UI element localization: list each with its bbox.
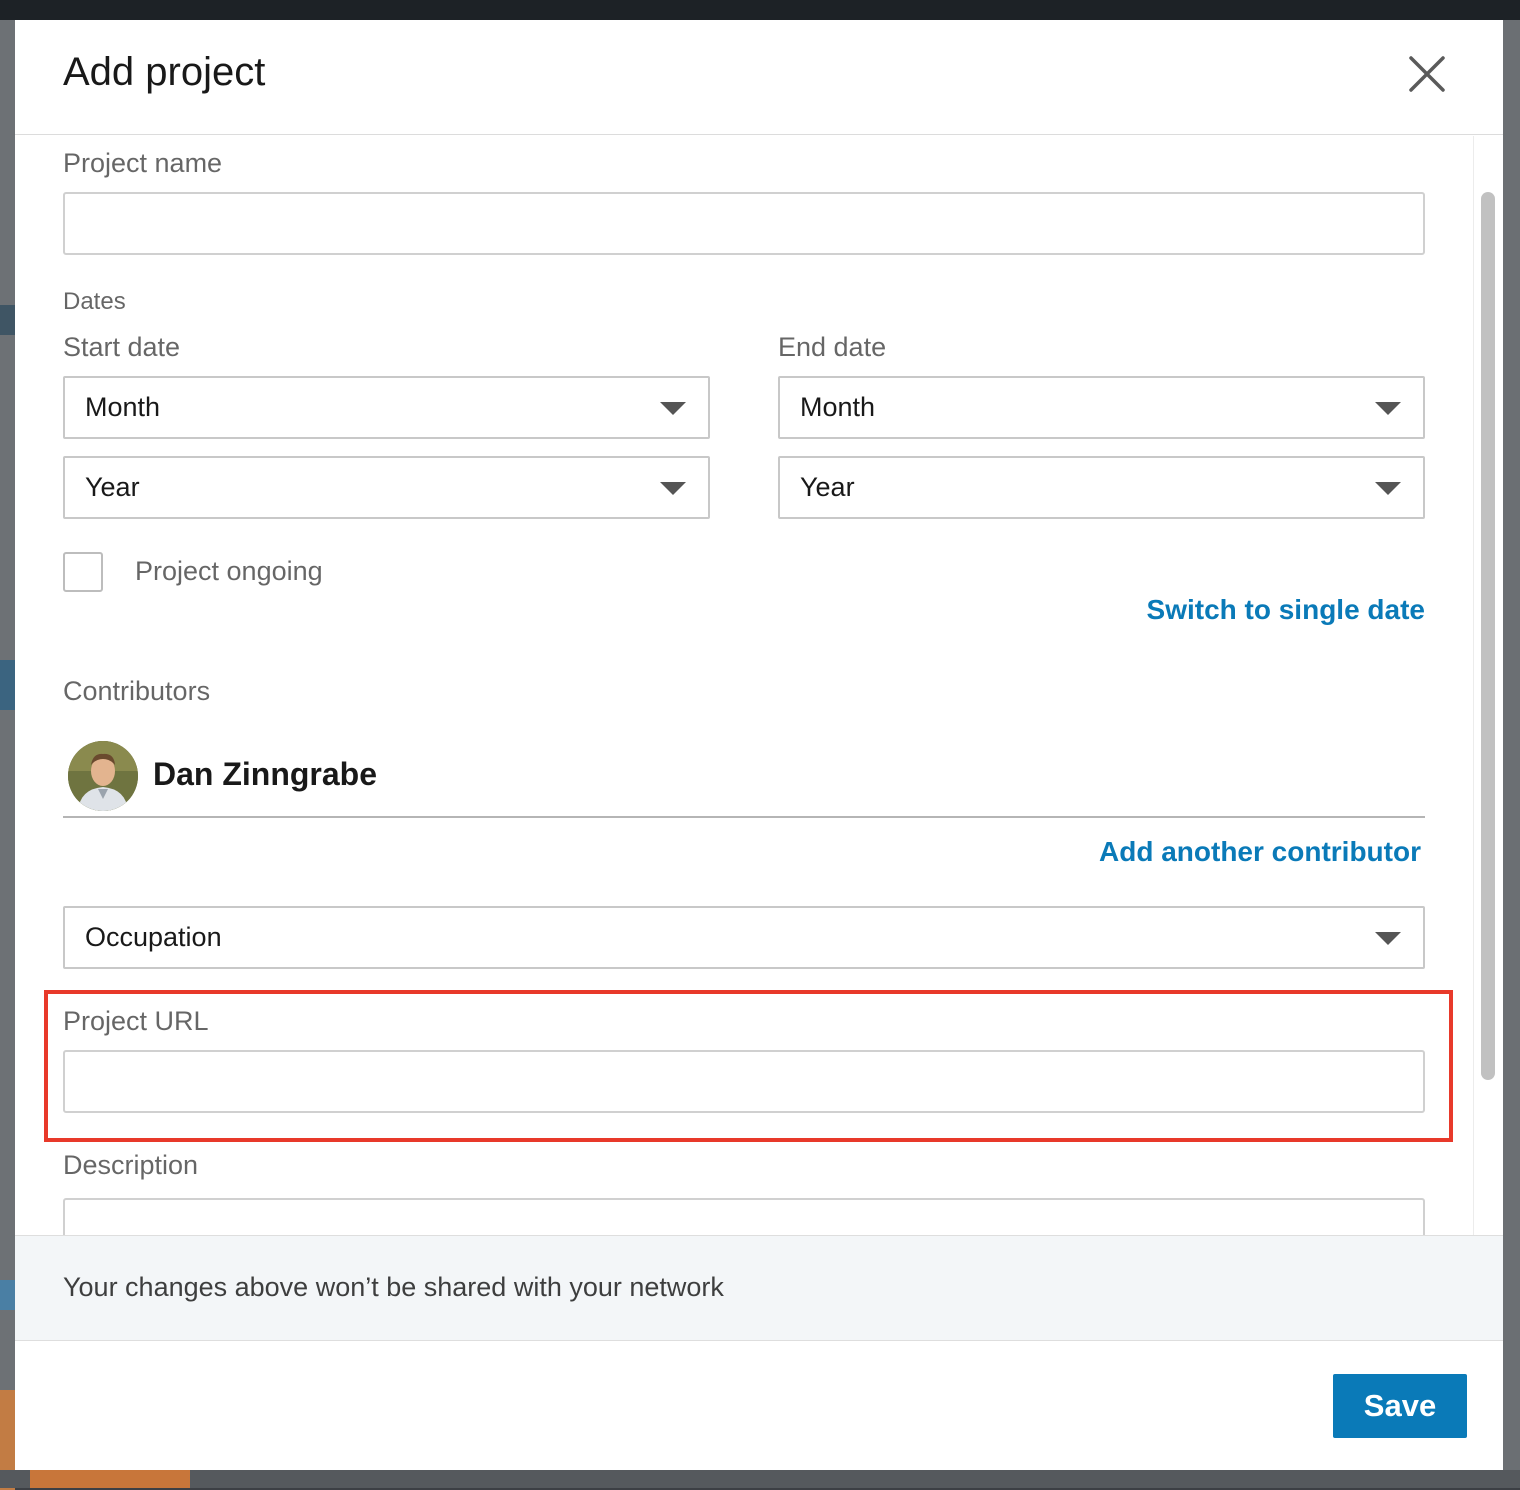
end-date-label: End date [778,332,887,362]
occupation-select[interactable]: Occupation [63,906,1425,969]
background-topbar [0,0,1520,20]
start-month-select[interactable]: Month [63,376,710,439]
switch-to-single-date-link[interactable]: Switch to single date [1147,594,1425,626]
project-ongoing-label[interactable]: Project ongoing [135,556,323,587]
modal-title: Add project [63,50,266,94]
background-right-strip [1503,20,1520,1488]
end-year-value: Year [800,472,855,502]
close-icon [1409,56,1445,92]
start-year-value: Year [85,472,140,502]
project-url-label: Project URL [63,1006,209,1036]
end-year-select[interactable]: Year [778,456,1425,519]
chevron-down-icon [1375,482,1401,495]
contributors-label: Contributors [63,676,211,706]
project-url-input[interactable] [63,1050,1425,1113]
start-month-value: Month [85,392,161,422]
share-notice: Your changes above won’t be shared with … [15,1235,1503,1341]
contributor-name: Dan Zinngrabe [153,756,378,792]
chevron-down-icon [660,402,686,415]
project-name-label: Project name [63,148,223,178]
background-bottom-strip [0,1470,1520,1488]
contributors-divider [63,816,1425,818]
start-date-label: Start date [63,332,181,362]
project-name-input[interactable] [63,192,1425,255]
dates-label: Dates [63,288,126,315]
save-button[interactable]: Save [1333,1374,1467,1438]
end-month-select[interactable]: Month [778,376,1425,439]
description-label: Description [63,1150,199,1180]
chevron-down-icon [1375,932,1401,945]
contributor-photo [68,741,138,811]
project-ongoing-checkbox[interactable] [63,552,103,592]
description-textarea[interactable] [63,1198,1425,1235]
start-year-select[interactable]: Year [63,456,710,519]
end-month-value: Month [800,392,876,422]
modal-header: Add project [15,20,1503,135]
close-button[interactable] [1405,52,1449,96]
add-project-modal: Add project Project name Dates Start dat… [15,20,1503,1470]
modal-footer: Save [15,1341,1503,1470]
add-contributor-link[interactable]: Add another contributor [1099,836,1421,868]
chevron-down-icon [660,482,686,495]
share-notice-text: Your changes above won’t be shared with … [63,1272,724,1302]
occupation-value: Occupation [85,922,222,952]
background-left-strip [0,20,15,1490]
avatar [68,741,138,811]
chevron-down-icon [1375,402,1401,415]
scrollbar-thumb[interactable] [1481,192,1495,1080]
modal-body: Project name Dates Start date End date M… [15,136,1503,1235]
